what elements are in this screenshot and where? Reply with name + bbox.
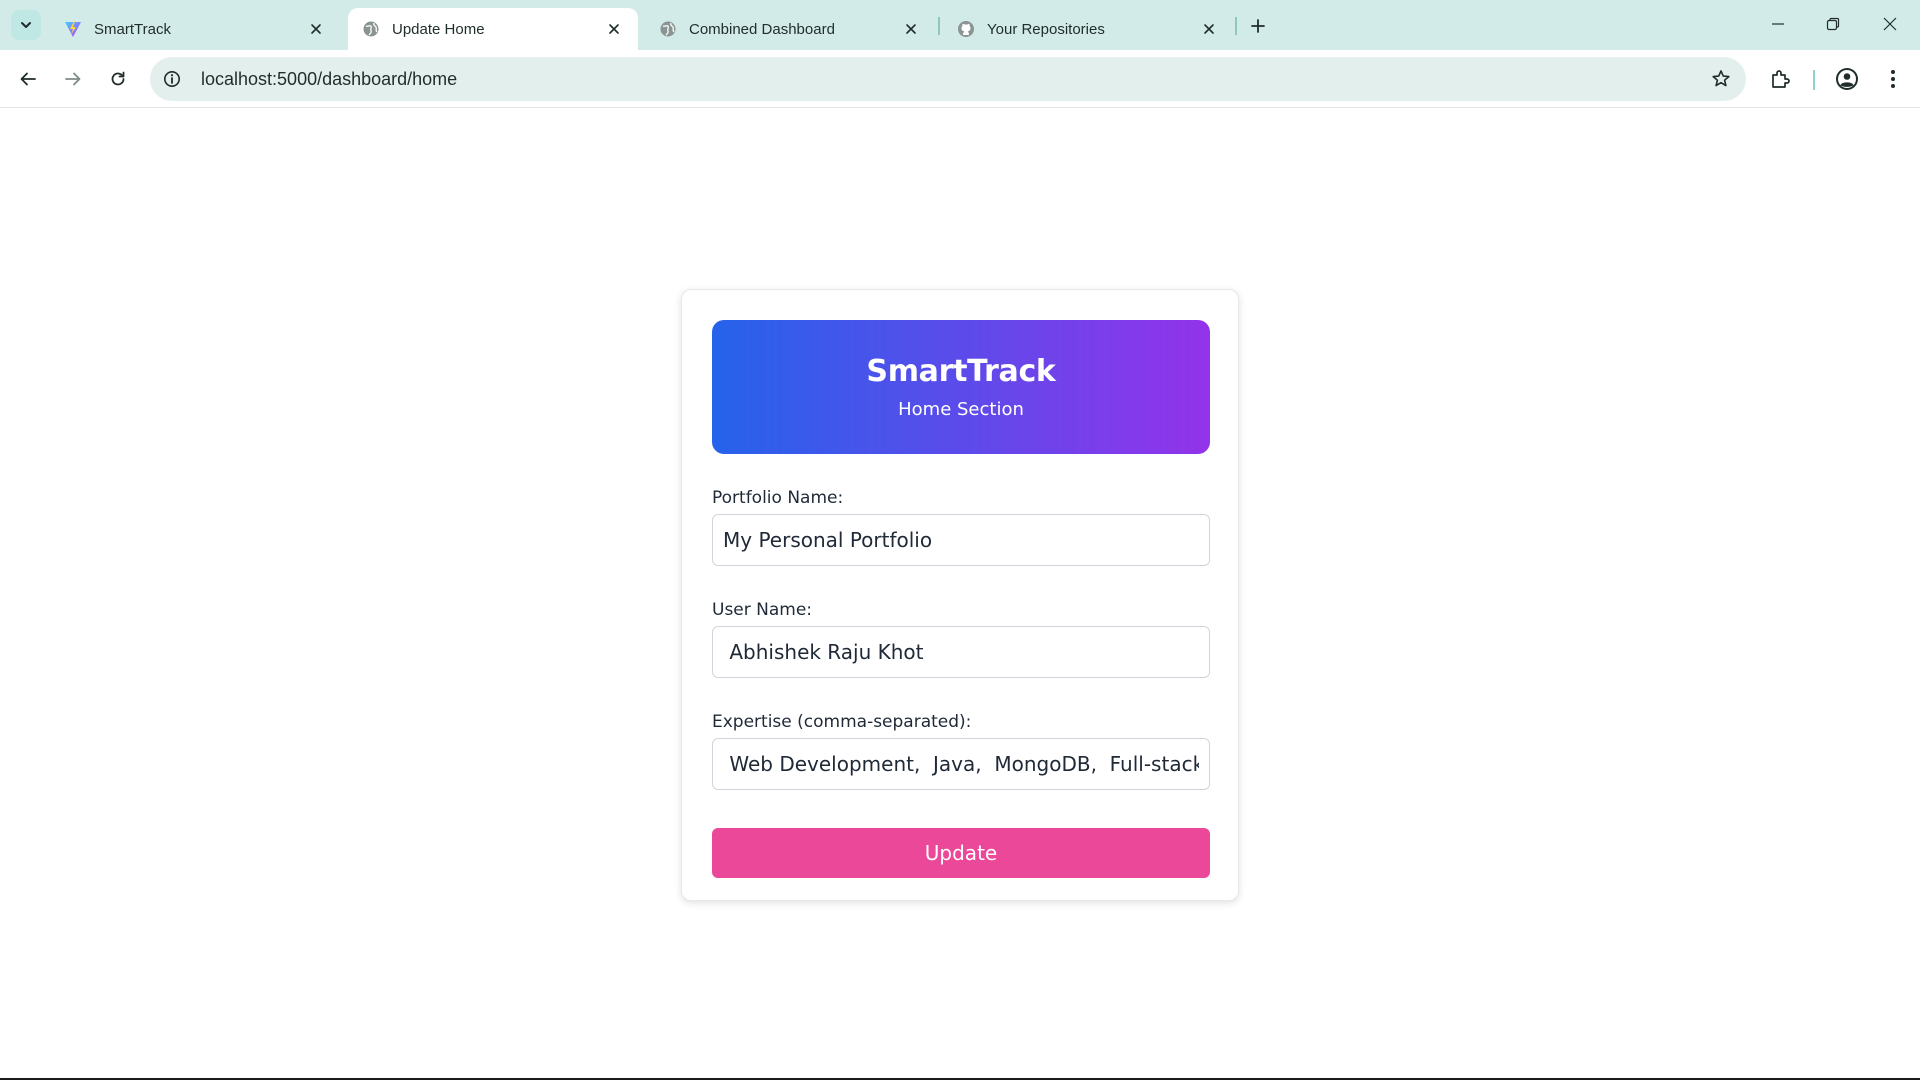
menu-button[interactable] bbox=[1876, 62, 1910, 96]
portfolio-name-input[interactable] bbox=[712, 514, 1210, 566]
update-home-card: SmartTrack Home Section Portfolio Name: … bbox=[681, 289, 1239, 901]
forward-button[interactable] bbox=[56, 62, 90, 96]
restore-button[interactable] bbox=[1813, 8, 1853, 40]
toolbar-divider bbox=[1813, 70, 1815, 90]
tab-separator bbox=[938, 17, 940, 35]
kebab-menu-icon bbox=[1891, 70, 1895, 88]
portfolio-name-label: Portfolio Name: bbox=[712, 488, 844, 508]
arrow-left-icon bbox=[20, 72, 36, 86]
globe-icon bbox=[362, 20, 380, 38]
user-name-label: User Name: bbox=[712, 600, 813, 620]
address-bar[interactable]: localhost:5000/dashboard/home bbox=[150, 57, 1746, 101]
new-tab-button[interactable] bbox=[1244, 12, 1272, 40]
page-viewport: SmartTrack Home Section Portfolio Name: … bbox=[0, 108, 1920, 1078]
chevron-down-icon bbox=[21, 22, 31, 28]
globe-icon bbox=[659, 20, 677, 38]
browser-tab-strip: SmartTrack Update Home Combined Dashboar… bbox=[0, 0, 1920, 50]
tab-title: Combined Dashboard bbox=[689, 20, 835, 38]
minimize-button[interactable] bbox=[1758, 8, 1798, 40]
reload-button[interactable] bbox=[101, 62, 135, 96]
star-icon bbox=[1712, 70, 1730, 87]
tab-smarttrack[interactable]: SmartTrack bbox=[50, 8, 340, 50]
extensions-button[interactable] bbox=[1764, 62, 1798, 96]
restore-icon bbox=[1826, 17, 1840, 31]
expertise-label: Expertise (comma-separated): bbox=[712, 712, 972, 732]
close-icon bbox=[1883, 17, 1897, 31]
close-icon[interactable] bbox=[901, 19, 921, 39]
header-banner: SmartTrack Home Section bbox=[712, 320, 1210, 454]
update-button[interactable]: Update bbox=[712, 828, 1210, 878]
profile-button[interactable] bbox=[1830, 62, 1864, 96]
back-button[interactable] bbox=[11, 62, 45, 96]
puzzle-piece-icon bbox=[1772, 70, 1790, 88]
expertise-input[interactable] bbox=[712, 738, 1210, 790]
close-icon[interactable] bbox=[604, 19, 624, 39]
tab-title: Update Home bbox=[392, 20, 485, 38]
brand-title: SmartTrack bbox=[866, 354, 1056, 389]
tab-title: SmartTrack bbox=[94, 20, 171, 38]
reload-icon bbox=[111, 71, 125, 86]
close-icon[interactable] bbox=[1199, 19, 1219, 39]
tab-search-button[interactable] bbox=[11, 10, 41, 40]
plus-icon bbox=[1251, 19, 1265, 33]
info-icon bbox=[164, 71, 180, 87]
avatar-icon bbox=[1836, 68, 1858, 90]
user-name-input[interactable] bbox=[712, 626, 1210, 678]
close-window-button[interactable] bbox=[1870, 8, 1910, 40]
tab-update-home[interactable]: Update Home bbox=[348, 8, 638, 50]
tab-your-repositories[interactable]: Your Repositories bbox=[943, 8, 1233, 50]
tab-combined-dashboard[interactable]: Combined Dashboard bbox=[645, 8, 935, 50]
vite-logo-icon bbox=[64, 20, 82, 38]
tab-title: Your Repositories bbox=[987, 20, 1105, 38]
minimize-icon bbox=[1772, 23, 1784, 25]
url-text[interactable]: localhost:5000/dashboard/home bbox=[201, 69, 1704, 90]
bookmark-button[interactable] bbox=[1704, 62, 1738, 96]
browser-toolbar: localhost:5000/dashboard/home bbox=[0, 50, 1920, 108]
section-subtitle: Home Section bbox=[898, 399, 1024, 420]
tab-separator bbox=[1235, 17, 1237, 35]
arrow-right-icon bbox=[65, 72, 81, 86]
github-icon bbox=[957, 20, 975, 38]
site-info-button[interactable] bbox=[155, 62, 189, 96]
close-icon[interactable] bbox=[306, 19, 326, 39]
